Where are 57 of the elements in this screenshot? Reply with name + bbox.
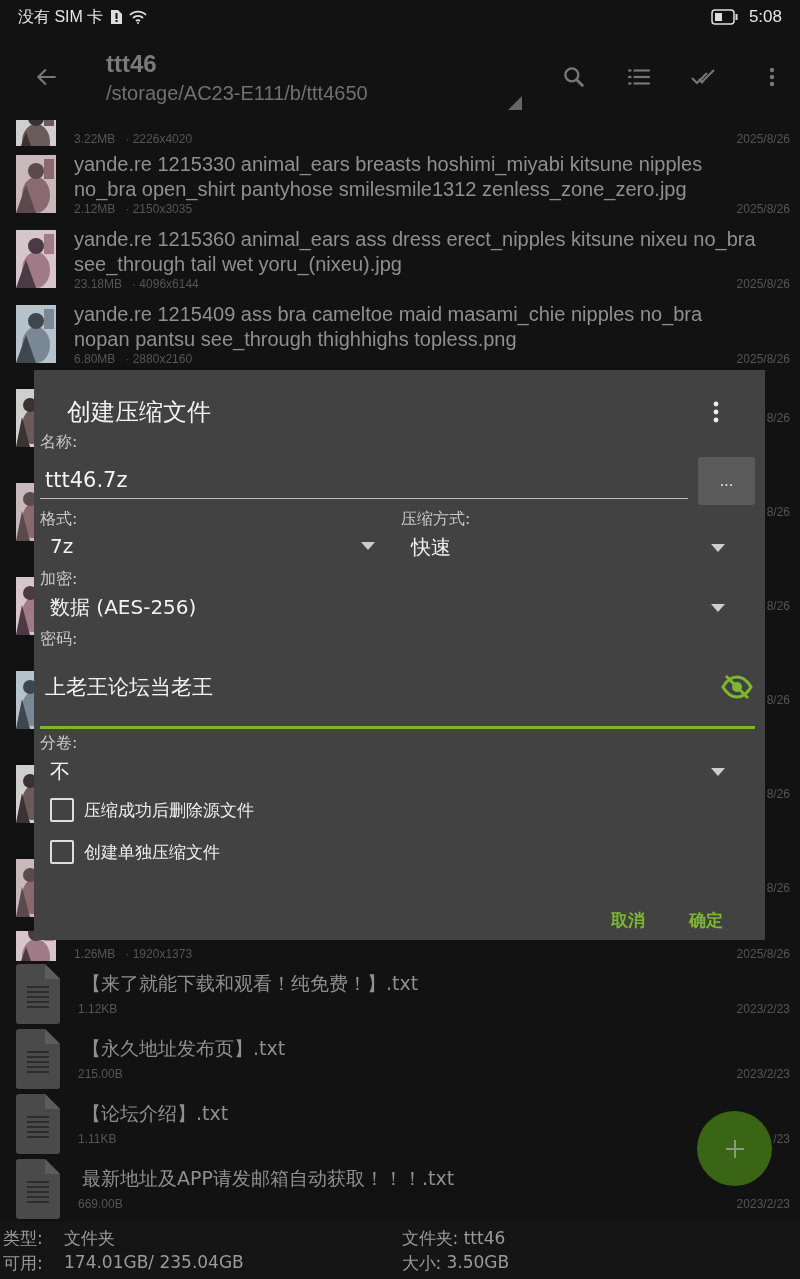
image-dimensions: · 2880x2160 xyxy=(125,351,193,366)
field-value: 上老王论坛当老王 xyxy=(45,674,213,701)
size-label: 大小: xyxy=(401,1251,443,1275)
field-value: ttt46.7z xyxy=(45,468,128,492)
field-label: 名称: xyxy=(40,432,78,453)
file-date: 2025/8/26 xyxy=(736,351,790,366)
type-value: 文件夹 xyxy=(64,1226,115,1250)
file-date: 8/26 xyxy=(766,787,790,801)
image-dimensions: · 2226x4020 xyxy=(125,132,193,146)
dialog-title: 创建压缩文件 xyxy=(67,397,211,428)
file-date: 2025/8/26 xyxy=(736,276,790,291)
file-size: 2.12MB xyxy=(74,201,116,216)
file-name: 最新地址及APP请发邮箱自动获取！！！.txt xyxy=(81,1166,456,1191)
image-dimensions: · 2150x3035 xyxy=(125,201,193,216)
file-name: 【永久地址发布页】.txt xyxy=(81,1036,287,1061)
field-label: 密码: xyxy=(40,629,78,650)
checkbox-label: 创建单独压缩文件 xyxy=(84,840,220,864)
type-label: 类型: xyxy=(3,1226,44,1250)
file-name: yande.re 1215409 ass bra cameltoe maid masami_chie nipples no_bra nopan pantsu see_through thighhighs topless.png xyxy=(74,301,704,352)
size-value: 3.50GB xyxy=(446,1251,510,1274)
image-dimensions: · 1920x1373 xyxy=(125,947,193,961)
file-date: 2023/2/23 xyxy=(736,1067,790,1081)
free-space-value: 174.01GB/ 235.04GB xyxy=(64,1251,244,1274)
free-space-label: 可用: xyxy=(3,1251,44,1275)
file-name: yande.re 1215330 animal_ears breasts hoshimi_miyabi kitsune nipples no_bra open_shirt pantyhose smilesmile1312 zenless_zone_zero.jpg xyxy=(74,151,704,202)
file-date: /23 xyxy=(773,1132,790,1146)
file-size: 3.22MB xyxy=(74,132,116,146)
file-size: 1.12KB xyxy=(78,1002,118,1016)
file-date: 8/26 xyxy=(766,411,790,425)
file-size: 669.00B xyxy=(78,1197,123,1211)
folder-title: ttt46 xyxy=(106,49,158,78)
field-label: 压缩方式: xyxy=(401,509,471,530)
file-name: 【论坛介绍】.txt xyxy=(81,1101,230,1126)
image-dimensions: · 4096x6144 xyxy=(132,276,199,291)
file-size: 1.26MB xyxy=(74,947,116,961)
file-size: 215.00B xyxy=(78,1067,123,1081)
file-date: 2025/8/26 xyxy=(736,132,790,146)
file-date: 2025/8/26 xyxy=(736,947,790,961)
file-date: 2023/2/23 xyxy=(736,1197,790,1211)
field-label: 格式: xyxy=(40,509,78,530)
file-date: 8/26 xyxy=(766,599,790,613)
carrier-text: 没有 SIM 卡 xyxy=(18,6,104,27)
file-size: 1.11KB xyxy=(78,1132,117,1146)
folder-name: 文件夹: ttt46 xyxy=(401,1226,506,1250)
file-name: yande.re 1215360 animal_ears ass dress erect_nipples kitsune nixeu no_bra see_through tail wet yoru_(nixeu).jpg xyxy=(74,226,757,277)
file-date: 2025/8/26 xyxy=(736,201,790,216)
file-date: 8/26 xyxy=(766,881,790,895)
file-date: 2023/2/23 xyxy=(736,1002,790,1016)
field-label: 分卷: xyxy=(40,733,78,754)
file-size: 6.80MB xyxy=(74,351,116,366)
file-size: 23.18MB xyxy=(74,276,123,291)
file-date: 8/26 xyxy=(766,693,790,707)
file-date: 8/26 xyxy=(766,505,790,519)
checkbox-label: 压缩成功后删除源文件 xyxy=(84,798,254,822)
file-name: 【来了就能下载和观看！纯免费！】.txt xyxy=(81,971,420,996)
clock-time: 5:08 xyxy=(748,7,782,27)
field-label: 加密: xyxy=(40,569,78,590)
